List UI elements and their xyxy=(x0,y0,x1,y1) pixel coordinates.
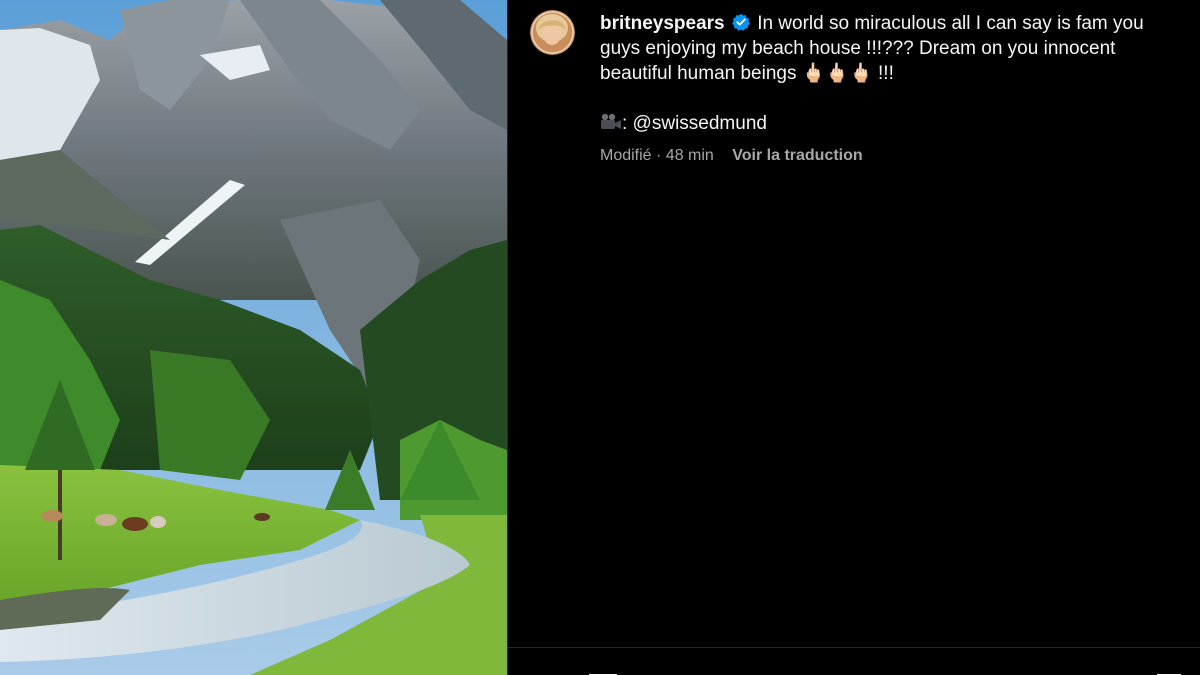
profile-avatar[interactable] xyxy=(530,10,575,55)
post-media-image[interactable] xyxy=(0,0,507,675)
video-credit: : @swissedmund xyxy=(600,111,1160,136)
post-details-panel: britneyspears In world so miraculous all… xyxy=(508,0,1200,675)
credit-link[interactable]: : @swissedmund xyxy=(622,113,767,134)
post-caption: britneyspears In world so miraculous all… xyxy=(600,11,1160,136)
avatar-photo xyxy=(530,10,575,55)
movie-camera-icon xyxy=(600,113,622,131)
post-meta: Modifié · 48 min Voir la traduction xyxy=(600,146,863,166)
verified-badge-icon xyxy=(732,13,750,31)
heart-icon[interactable] xyxy=(532,670,562,675)
post-actions-bar xyxy=(508,648,1200,675)
see-translation-button[interactable]: Voir la traduction xyxy=(732,147,862,164)
mountain-valley-photo xyxy=(0,0,507,675)
comment-icon[interactable] xyxy=(588,670,618,675)
username-link[interactable]: britneyspears xyxy=(600,13,725,34)
modified-timestamp: Modifié · 48 min xyxy=(600,147,714,164)
save-icon[interactable] xyxy=(1154,670,1184,675)
